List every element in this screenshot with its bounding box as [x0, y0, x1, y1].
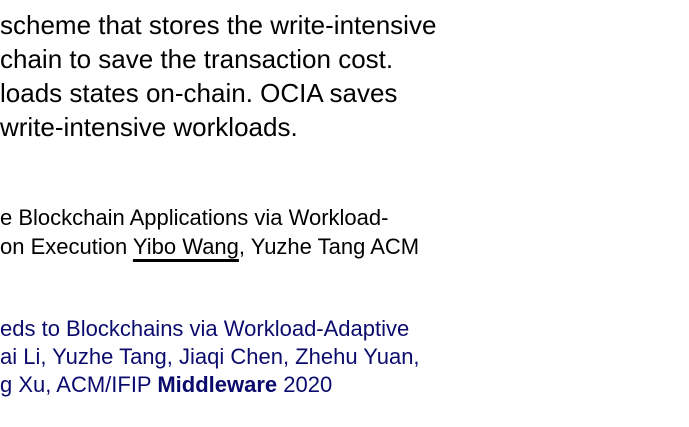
- paragraph-line-2: chain to save the transaction cost.: [0, 44, 394, 74]
- publication-1-authors-line: on Execution Yibo Wang, Yuzhe Tang ACM: [0, 232, 419, 261]
- description-paragraph: scheme that stores the write-intensive ch…: [0, 8, 436, 144]
- venue-name: Middleware: [157, 372, 278, 397]
- publication-2-title-line: eds to Blockchains via Workload-Adaptive: [0, 316, 410, 341]
- publication-1-title-tail: on Execution: [0, 234, 133, 259]
- publication-2-year: 2020: [277, 372, 333, 397]
- paragraph-line-1: scheme that stores the write-intensive: [0, 10, 437, 40]
- publication-entry-1: e Blockchain Applications via Workload-o…: [0, 203, 419, 261]
- page-content: scheme that stores the write-intensive ch…: [0, 0, 689, 427]
- publication-2-authors-tail: g Xu, ACM/IFIP: [0, 372, 158, 397]
- paragraph-line-4: write-intensive workloads.: [0, 112, 298, 142]
- paragraph-line-3: loads states on-chain. OCIA saves: [0, 78, 398, 108]
- author-link-yibo-wang[interactable]: Yibo Wang: [133, 234, 239, 259]
- publication-1-title-line: e Blockchain Applications via Workload-: [0, 205, 389, 230]
- publication-1-authors-rest: , Yuzhe Tang ACM: [238, 234, 420, 259]
- publication-2-venue-line: g Xu, ACM/IFIP Middleware 2020: [0, 371, 420, 399]
- publication-2-authors-line: ai Li, Yuzhe Tang, Jiaqi Chen, Zhehu Yua…: [0, 344, 420, 369]
- publication-entry-2: eds to Blockchains via Workload-Adaptive…: [0, 315, 420, 399]
